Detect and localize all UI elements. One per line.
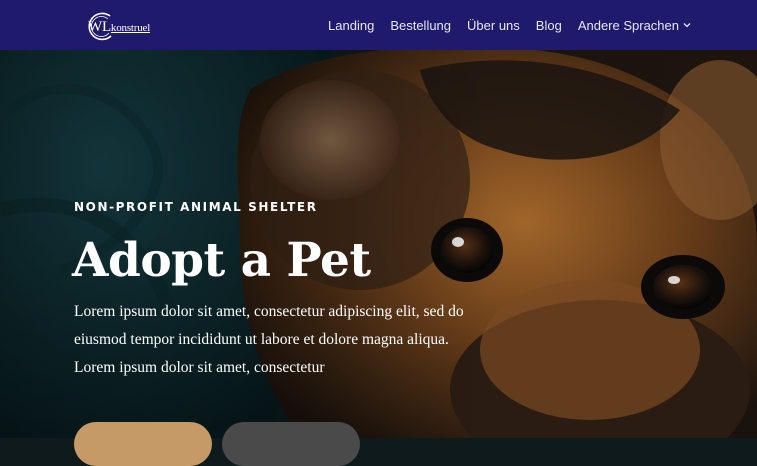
nav-item-landing[interactable]: Landing <box>328 18 374 33</box>
nav-item-ueber-uns[interactable]: Über uns <box>467 18 520 33</box>
hero-description: Lorem ipsum dolor sit amet, consectetur … <box>74 303 464 376</box>
hero-eyebrow: NON-PROFIT ANIMAL SHELTER <box>74 200 318 214</box>
secondary-cta-button[interactable] <box>222 422 360 466</box>
chevron-down-icon <box>683 23 691 28</box>
nav-item-bestellung[interactable]: Bestellung <box>390 18 451 33</box>
site-logo[interactable]: WLkonstruel <box>84 11 156 41</box>
primary-cta-button[interactable] <box>74 422 212 466</box>
nav-item-blog[interactable]: Blog <box>536 18 562 33</box>
nav-item-label: Andere Sprachen <box>577 17 679 33</box>
main-nav: Landing Bestellung Über uns Blog Andere … <box>328 0 691 50</box>
nav-item-andere-sprachen[interactable]: Andere Sprachen <box>578 18 691 33</box>
hero-title: Adopt a Pet <box>72 233 371 288</box>
site-header: WLkonstruel Landing Bestellung Über uns … <box>0 0 757 50</box>
logo-text: WLkonstruel <box>88 19 151 35</box>
